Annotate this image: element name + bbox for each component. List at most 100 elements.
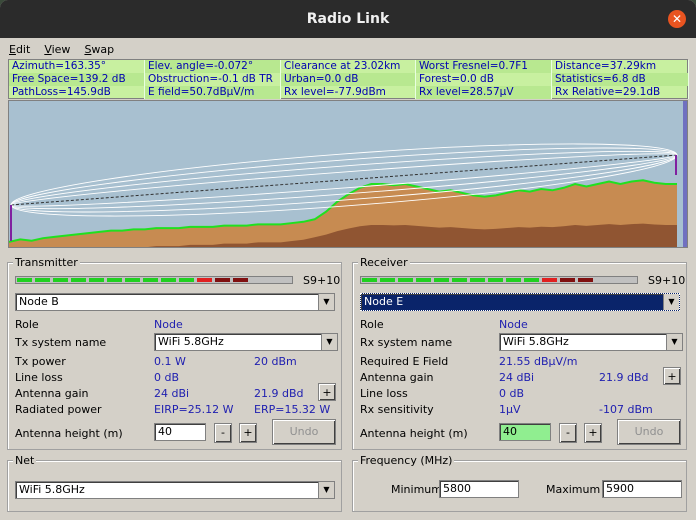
tx-role-value: Node: [154, 318, 183, 331]
stat-worst-fresnel: Worst Fresnel=0.7F1: [416, 60, 552, 73]
signal-segment: [125, 278, 140, 282]
signal-segment: [161, 278, 176, 282]
signal-segment: [362, 278, 377, 282]
signal-segment: [215, 278, 230, 282]
link-stats-panel: Azimuth=163.35° Elev. angle=-0.072° Clea…: [8, 59, 689, 99]
signal-segment: [578, 278, 593, 282]
tx-signal-label: S9+10: [303, 274, 341, 287]
tx-signal-meter: [15, 276, 293, 284]
stat-rx-level-dbm: Rx level=-77.9dBm: [281, 86, 416, 99]
signal-segment: [53, 278, 68, 282]
rx-efield-label: Required E Field: [360, 355, 449, 368]
rx-role-label: Role: [360, 318, 384, 331]
net-value: WiFi 5.8GHz: [19, 483, 85, 496]
tx-node-select[interactable]: Node B ▼: [15, 293, 335, 311]
chevron-down-icon[interactable]: ▼: [321, 334, 337, 350]
terrain-profile-graph: [8, 100, 688, 248]
stat-pathloss: PathLoss=145.9dB: [9, 86, 145, 99]
signal-segment: [143, 278, 158, 282]
signal-segment: [107, 278, 122, 282]
signal-segment: [506, 278, 521, 282]
menu-swap[interactable]: Swap: [84, 43, 114, 56]
rx-undo-button[interactable]: Undo: [617, 419, 681, 445]
rx-system-select[interactable]: WiFi 5.8GHz ▼: [499, 333, 683, 351]
rx-role-value: Node: [499, 318, 528, 331]
signal-segment: [470, 278, 485, 282]
window-title: Radio Link: [306, 11, 390, 27]
net-select[interactable]: WiFi 5.8GHz ▼: [15, 481, 335, 499]
frequency-min-input[interactable]: 5800: [439, 480, 519, 498]
tx-line-loss-label: Line loss: [15, 371, 63, 384]
tx-undo-button[interactable]: Undo: [272, 419, 336, 445]
tx-height-plus-button[interactable]: +: [239, 423, 257, 443]
rx-line-loss-value: 0 dB: [499, 387, 525, 400]
rx-sensitivity-label: Rx sensitivity: [360, 403, 434, 416]
stat-free-space: Free Space=139.2 dB: [9, 73, 145, 86]
signal-segment: [197, 278, 212, 282]
title-bar: Radio Link ✕: [0, 0, 696, 38]
tx-gain-dbi: 24 dBi: [154, 387, 190, 400]
signal-segment: [233, 278, 248, 282]
tx-role-label: Role: [15, 318, 39, 331]
frequency-legend: Frequency (MHz): [358, 454, 455, 467]
net-legend: Net: [13, 454, 37, 467]
signal-segment: [488, 278, 503, 282]
rx-signal-meter: [360, 276, 638, 284]
transmitter-legend: Transmitter: [13, 256, 80, 269]
stat-elevation-angle: Elev. angle=-0.072°: [145, 60, 281, 73]
tx-power-dbm: 20 dBm: [254, 355, 297, 368]
stat-statistics: Statistics=6.8 dB: [552, 73, 689, 86]
rx-system-label: Rx system name: [360, 336, 453, 349]
tx-height-input[interactable]: 40: [154, 423, 206, 441]
chevron-down-icon[interactable]: ▼: [318, 482, 334, 498]
stat-urban: Urban=0.0 dB: [281, 73, 416, 86]
rx-gain-dbd: 21.9 dBd: [599, 371, 649, 384]
signal-segment: [89, 278, 104, 282]
tx-height-minus-button[interactable]: -: [214, 423, 232, 443]
tx-radiated-label: Radiated power: [15, 403, 102, 416]
stat-azimuth: Azimuth=163.35°: [9, 60, 145, 73]
receiver-group: Receiver S9+10 Node E ▼ Role Node Rx sys…: [352, 256, 687, 450]
rx-efield-value: 21.55 dBµV/m: [499, 355, 578, 368]
menu-edit[interactable]: Edit: [9, 43, 30, 56]
rx-sensitivity-dbm: -107 dBm: [599, 403, 653, 416]
close-icon[interactable]: ✕: [668, 10, 686, 28]
tx-height-label: Antenna height (m): [15, 427, 123, 440]
tx-power-label: Tx power: [15, 355, 66, 368]
signal-segment: [17, 278, 32, 282]
signal-segment: [524, 278, 539, 282]
tx-erp: ERP=15.32 W: [254, 403, 331, 416]
frequency-min-label: Minimum: [391, 483, 442, 496]
rx-height-plus-button[interactable]: +: [584, 423, 602, 443]
profile-right-marker: [683, 101, 687, 247]
frequency-max-input[interactable]: 5900: [602, 480, 682, 498]
frequency-group: Frequency (MHz) Minimum 5800 Maximum 590…: [352, 454, 687, 512]
rx-height-input[interactable]: 40: [499, 423, 551, 441]
rx-line-loss-label: Line loss: [360, 387, 408, 400]
menu-bar: Edit View Swap: [0, 40, 696, 58]
rx-node-value: Node E: [364, 295, 404, 308]
tx-node-value: Node B: [19, 295, 59, 308]
tx-system-value: WiFi 5.8GHz: [158, 335, 224, 348]
menu-view[interactable]: View: [44, 43, 70, 56]
stat-clearance: Clearance at 23.02km: [281, 60, 416, 73]
tx-system-select[interactable]: WiFi 5.8GHz ▼: [154, 333, 338, 351]
rx-gain-plus-button[interactable]: +: [663, 367, 681, 385]
rx-node-select[interactable]: Node E ▼: [360, 293, 680, 311]
tx-power-watts: 0.1 W: [154, 355, 186, 368]
signal-segment: [71, 278, 86, 282]
signal-segment: [179, 278, 194, 282]
chevron-down-icon[interactable]: ▼: [318, 294, 334, 310]
tx-gain-plus-button[interactable]: +: [318, 383, 336, 401]
rx-signal-label: S9+10: [648, 274, 686, 287]
chevron-down-icon[interactable]: ▼: [666, 334, 682, 350]
terrain-profile-svg: [9, 143, 678, 247]
signal-segment: [542, 278, 557, 282]
stat-distance: Distance=37.29km: [552, 60, 689, 73]
chevron-down-icon[interactable]: ▼: [663, 294, 679, 310]
tx-line-loss-value: 0 dB: [154, 371, 180, 384]
radio-link-window: Radio Link ✕ Edit View Swap Azimuth=163.…: [0, 0, 696, 520]
rx-height-minus-button[interactable]: -: [559, 423, 577, 443]
rx-system-value: WiFi 5.8GHz: [503, 335, 569, 348]
signal-segment: [380, 278, 395, 282]
